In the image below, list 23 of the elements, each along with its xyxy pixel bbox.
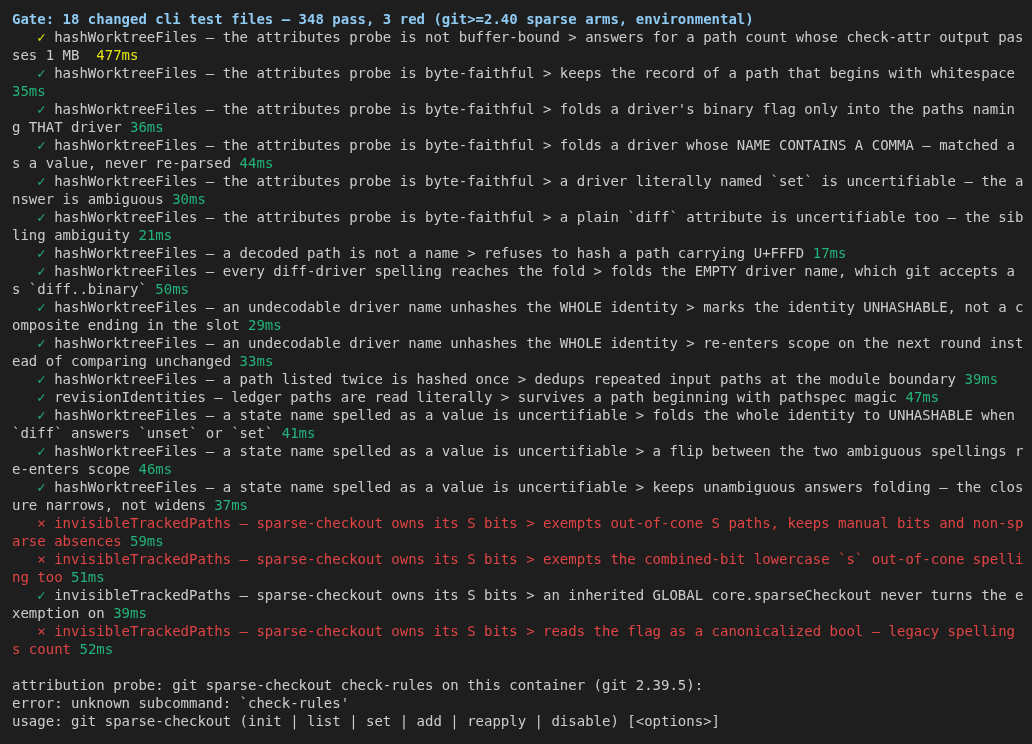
test-result-line: ✓ hashWorktreeFiles — a path listed twice is hashed once > dedups repeated input paths at the module boundary 39ms [36,370,1000,388]
test-result-line: ✓ hashWorktreeFiles — the attributes probe is byte-faithful > a plain `diff` attribute is uncertifiable too — the sibling ambiguity 21ms [12,208,1024,244]
test-result-line: ✓ hashWorktreeFiles — a decoded path is not a name > refuses to hash a path carrying U+FFFD 17ms [36,244,848,262]
test-result-line: ✓ hashWorktreeFiles — the attributes probe is byte-faithful > folds a driver's binary flag only into the paths naming THAT driver 36ms [12,100,1016,136]
test-result-line: ✓ hashWorktreeFiles — the attributes probe is byte-faithful > keeps the record of a path that begins with whitespace 35ms [12,64,1016,100]
test-result-line: ✓ hashWorktreeFiles — a state name spelled as a value is uncertifiable > keeps unambiguous answers folding — the closure narrows, not widens 37ms [12,478,1024,514]
output-line: error: unknown subcommand: `check-rules' [12,695,350,711]
test-result-line: ✓ hashWorktreeFiles — a state name spelled as a value is uncertifiable > folds the whole identity to UNHASHABLE when `diff` answers `unset` or `set` 41ms [12,406,1016,442]
test-result-line: ✓ hashWorktreeFiles — an undecodable driver name unhashes the WHOLE identity > re-enters scope on the next round instead of comparing unchanged 33ms [12,334,1024,370]
test-result-line: ✓ hashWorktreeFiles — the attributes probe is byte-faithful > a driver literally named `set` is uncertifiable — the answer is ambiguous 30ms [12,172,1024,208]
test-result-line: ✓ revisionIdentities — ledger paths are read literally > survives a path beginning with pathspec magic 47ms [36,388,941,406]
output-line: usage: git sparse-checkout (init | list | set | add | reapply | disable) [<options>] [12,713,720,729]
test-result-line: × invisibleTrackedPaths — sparse-checkout owns its S bits > exempts out-of-cone S paths, keeps manual bits and non-sparse absences 59ms [12,514,1024,550]
test-result-line: ✓ hashWorktreeFiles — an undecodable driver name unhashes the WHOLE identity > marks the identity UNHASHABLE, not a composite ending in the slot 29ms [12,298,1024,334]
test-result-line: ✓ hashWorktreeFiles — every diff-driver spelling reaches the fold > folds the EMPTY driver name, which git accepts as `diff..binary` 50ms [12,262,1016,298]
summary-line: Gate: 18 changed cli test files — 348 pass, 3 red (git>=2.40 sparse arms, environmental) [12,11,754,27]
test-result-line: ✓ hashWorktreeFiles — the attributes probe is not buffer-bound > answers for a path count whose check-attr output passes 1 MB 477ms [12,28,1024,64]
test-result-line: × invisibleTrackedPaths — sparse-checkout owns its S bits > reads the flag as a canonicalized bool — legacy spellings count 52ms [12,622,1016,658]
test-result-line: ✓ invisibleTrackedPaths — sparse-checkout owns its S bits > an inherited GLOBAL core.sparseCheckout never turns the exemption on 39ms [12,586,1024,622]
test-result-line: × invisibleTrackedPaths — sparse-checkout owns its S bits > exempts the combined-bit lowercase `s` out-of-cone spelling too 51ms [12,550,1024,586]
test-result-line: ✓ hashWorktreeFiles — a state name spelled as a value is uncertifiable > a flip between the two ambiguous spellings re-enters scope 46ms [12,442,1024,478]
output-line: attribution probe: git sparse-checkout check-rules on this container (git 2.39.5): [12,677,704,693]
test-result-line: ✓ hashWorktreeFiles — the attributes probe is byte-faithful > folds a driver whose NAME CONTAINS A COMMA — matched as a value, never re-parsed 44ms [12,136,1016,172]
